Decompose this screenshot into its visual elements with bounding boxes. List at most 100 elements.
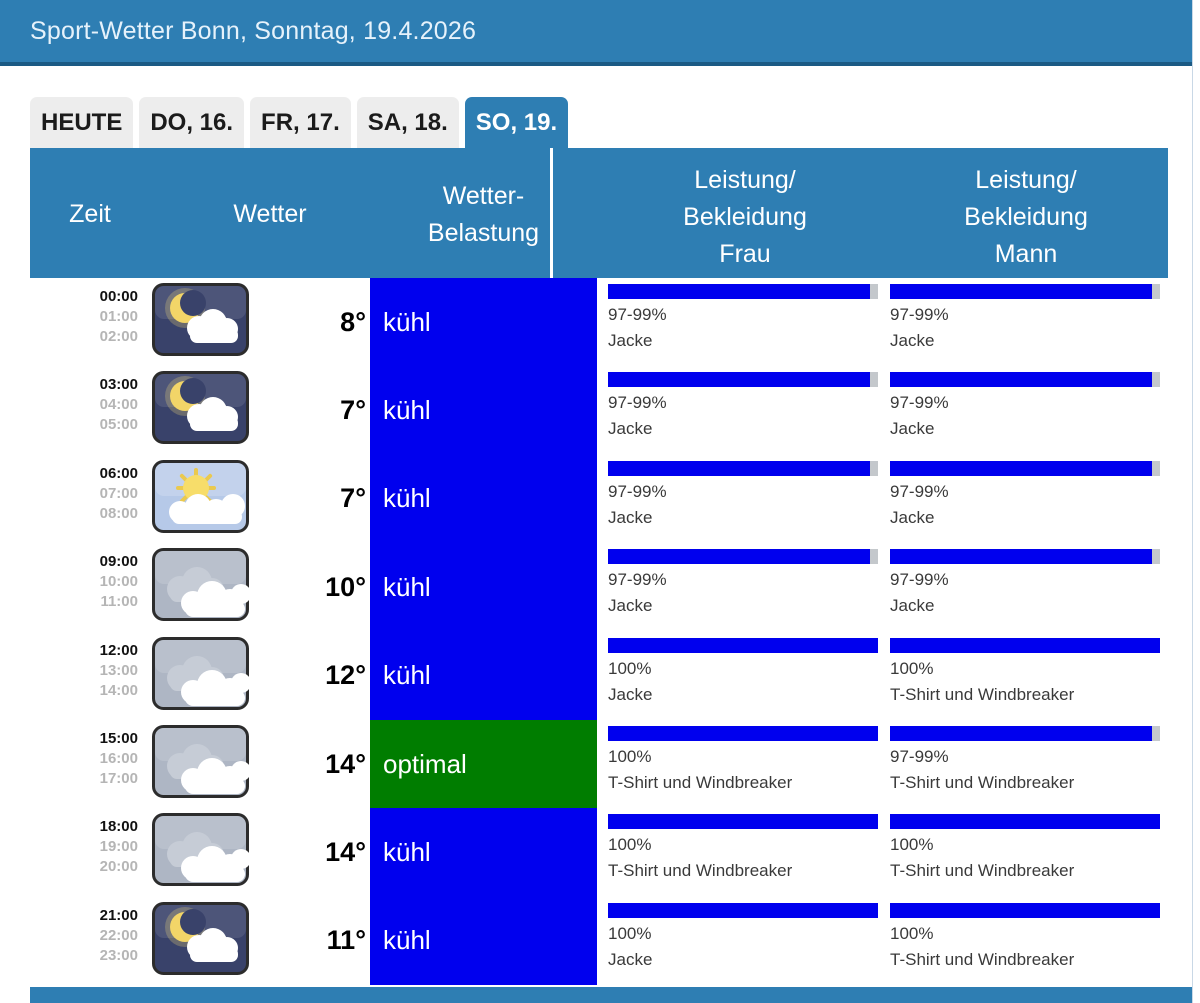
day-tabs: HEUTE DO, 16. FR, 17. SA, 18. SO, 19. xyxy=(30,97,568,148)
forecast-row: 12:00 13:00 14:00 xyxy=(30,632,1168,720)
performance-percent: 100% xyxy=(608,923,878,944)
performance-bar-fill xyxy=(890,549,1152,564)
forecast-row: 00:00 01:00 02:00 8° kühl xyxy=(30,278,1168,366)
belastung-label: kühl xyxy=(383,307,431,338)
time-secondary: 11:00 xyxy=(30,592,138,612)
temperature: 7° xyxy=(260,366,366,454)
sun-cloud-icon xyxy=(152,460,249,533)
belastung-label: kühl xyxy=(383,837,431,868)
belastung-cell: kühl xyxy=(370,543,597,631)
clothing-label: T-Shirt und Windbreaker xyxy=(608,860,878,881)
performance-bar xyxy=(608,726,878,741)
performance-percent: 97-99% xyxy=(608,392,878,413)
header-leistung-frau: Leistung/ Bekleidung Frau xyxy=(597,162,893,273)
weather-icon-cell xyxy=(152,813,249,886)
day-tab[interactable]: SA, 18. xyxy=(357,97,459,148)
performance-bar-fill xyxy=(608,638,878,653)
table-header: Zeit Wetter Wetter- Belastung Leistung/ … xyxy=(30,148,1168,278)
page-title: Sport-Wetter Bonn, Sonntag, 19.4.2026 xyxy=(0,17,476,46)
time-secondary: 02:00 xyxy=(30,327,138,347)
time-group: 15:00 16:00 17:00 xyxy=(30,729,138,789)
belastung-cell: kühl xyxy=(370,278,597,366)
performance-percent: 97-99% xyxy=(890,746,1160,767)
forecast-row: 15:00 16:00 17:00 xyxy=(30,720,1168,808)
performance-bar-fill xyxy=(608,284,870,299)
performance-bar-fill xyxy=(608,372,870,387)
mann-performance-cell: 100% T-Shirt und Windbreaker xyxy=(890,808,1160,896)
performance-percent: 97-99% xyxy=(608,569,878,590)
day-tab[interactable]: HEUTE xyxy=(30,97,133,148)
forecast-row: 21:00 22:00 23:00 11° kühl xyxy=(30,897,1168,985)
time-primary: 21:00 xyxy=(30,906,138,926)
mann-performance-cell: 97-99% Jacke xyxy=(890,278,1160,366)
belastung-label: kühl xyxy=(383,483,431,514)
performance-bar-fill xyxy=(608,461,870,476)
performance-bar-fill xyxy=(608,814,878,829)
performance-bar xyxy=(608,638,878,653)
day-tab-label: SA, 18. xyxy=(368,109,448,137)
belastung-cell: optimal xyxy=(370,720,597,808)
performance-bar-fill xyxy=(890,638,1160,653)
time-group: 12:00 13:00 14:00 xyxy=(30,641,138,701)
performance-bar xyxy=(890,726,1160,741)
time-secondary: 07:00 xyxy=(30,484,138,504)
performance-percent: 97-99% xyxy=(890,392,1160,413)
belastung-label: kühl xyxy=(383,660,431,691)
time-secondary: 23:00 xyxy=(30,946,138,966)
day-tab[interactable]: SO, 19. xyxy=(465,97,568,148)
clothing-label: Jacke xyxy=(608,595,878,616)
time-secondary: 08:00 xyxy=(30,504,138,524)
performance-bar xyxy=(890,903,1160,918)
performance-percent: 100% xyxy=(608,746,878,767)
performance-percent: 97-99% xyxy=(890,304,1160,325)
performance-bar-fill xyxy=(608,726,878,741)
performance-bar xyxy=(608,284,878,299)
clothing-label: Jacke xyxy=(890,507,1160,528)
performance-bar-fill xyxy=(890,814,1160,829)
time-secondary: 01:00 xyxy=(30,307,138,327)
performance-bar xyxy=(608,372,878,387)
performance-bar-fill xyxy=(890,903,1160,918)
time-group: 09:00 10:00 11:00 xyxy=(30,552,138,612)
performance-bar-fill xyxy=(608,549,870,564)
performance-bar xyxy=(890,372,1160,387)
forecast-table-body: 00:00 01:00 02:00 8° kühl xyxy=(30,278,1168,985)
belastung-cell: kühl xyxy=(370,455,597,543)
temperature: 12° xyxy=(260,632,366,720)
clothing-label: T-Shirt und Windbreaker xyxy=(890,684,1160,705)
temperature: 11° xyxy=(260,897,366,985)
time-secondary: 05:00 xyxy=(30,415,138,435)
frau-performance-cell: 97-99% Jacke xyxy=(608,543,878,631)
temperature: 14° xyxy=(260,720,366,808)
performance-percent: 97-99% xyxy=(608,481,878,502)
performance-bar xyxy=(890,461,1160,476)
time-primary: 03:00 xyxy=(30,375,138,395)
header-leistung-mann: Leistung/ Bekleidung Mann xyxy=(893,162,1159,273)
performance-bar-fill xyxy=(608,903,878,918)
weather-icon-cell xyxy=(152,902,249,975)
clothing-label: T-Shirt und Windbreaker xyxy=(890,772,1160,793)
cloudy-icon xyxy=(152,637,249,710)
belastung-cell: kühl xyxy=(370,632,597,720)
temperature: 7° xyxy=(260,455,366,543)
cloudy-icon xyxy=(152,813,249,886)
clothing-label: Jacke xyxy=(608,949,878,970)
time-secondary: 14:00 xyxy=(30,681,138,701)
forecast-row: 18:00 19:00 20:00 xyxy=(30,808,1168,896)
time-secondary: 19:00 xyxy=(30,837,138,857)
cloudy-icon xyxy=(152,725,249,798)
clothing-label: T-Shirt und Windbreaker xyxy=(890,949,1160,970)
time-group: 03:00 04:00 05:00 xyxy=(30,375,138,435)
day-tab-label: SO, 19. xyxy=(476,109,557,137)
cloudy-icon xyxy=(152,548,249,621)
time-secondary: 20:00 xyxy=(30,857,138,877)
day-tab[interactable]: DO, 16. xyxy=(139,97,244,148)
performance-percent: 100% xyxy=(890,658,1160,679)
day-tab[interactable]: FR, 17. xyxy=(250,97,351,148)
weather-icon-cell xyxy=(152,637,249,710)
footer-bar xyxy=(30,987,1192,1003)
clothing-label: Jacke xyxy=(608,418,878,439)
frau-performance-cell: 97-99% Jacke xyxy=(608,455,878,543)
performance-bar-fill xyxy=(890,284,1152,299)
belastung-label: kühl xyxy=(383,925,431,956)
